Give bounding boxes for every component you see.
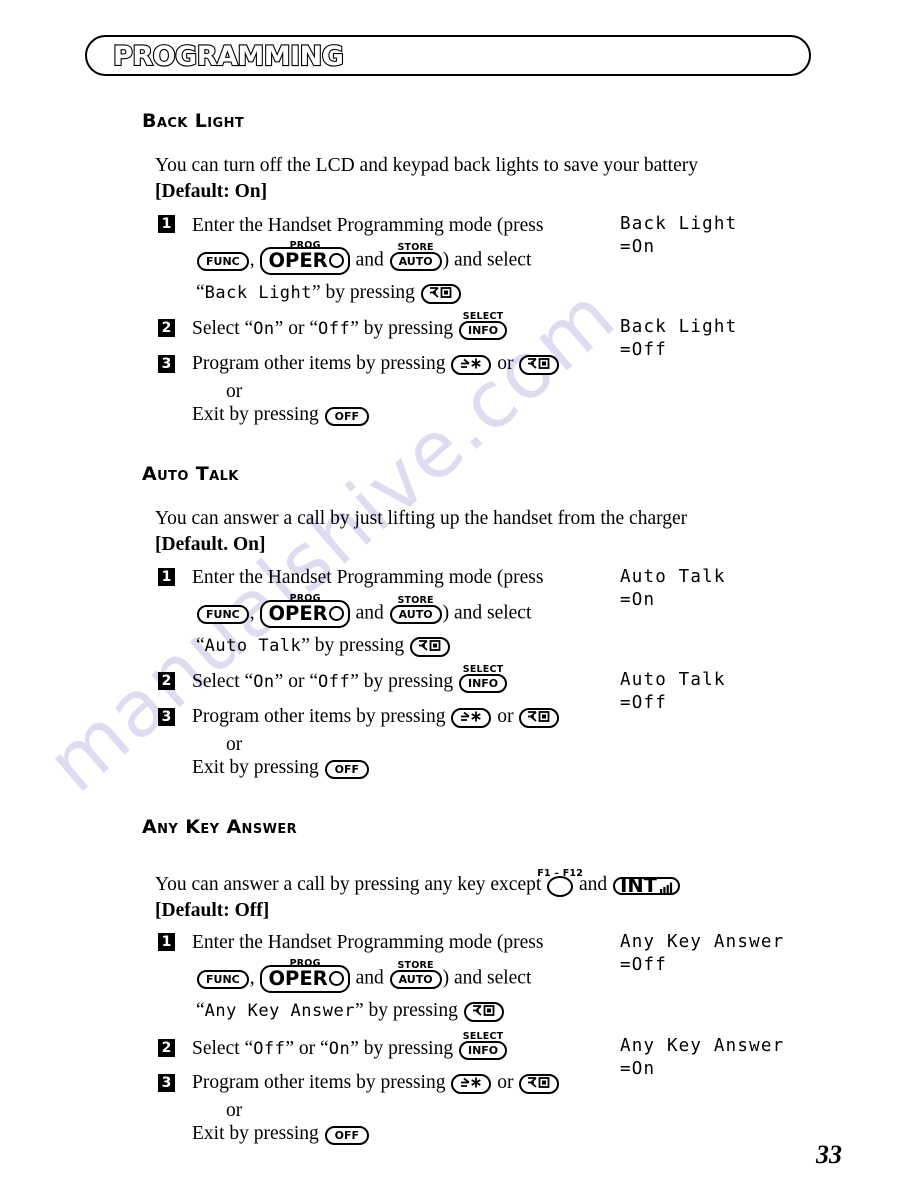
auto-talk-step1-line2: FUNC, PROG OPER and STORE AUTO ) and sel…	[196, 593, 531, 628]
step-number-marker: 3	[158, 1074, 175, 1092]
back-light-step3-line1: Program other items by pressing or	[192, 352, 560, 377]
up-arrow-star-key[interactable]	[451, 706, 492, 730]
down-arrow-box-key[interactable]	[463, 1000, 504, 1024]
back-light-step2-line1: Select “On” or “Off” by pressing SELECT …	[192, 311, 508, 342]
back-light-step1-line2: FUNC, PROG OPER and STORE AUTO ) and sel…	[196, 240, 531, 275]
page-header-banner: PROGRAMMING	[85, 35, 811, 76]
lcd-display-back-light-on: Back Light =On	[620, 214, 738, 257]
back-light-step3-or: or	[226, 381, 243, 402]
info-select-key[interactable]: SELECT INFO	[458, 664, 508, 695]
oper-circle-icon	[328, 606, 344, 621]
auto-talk-step3-line1: Program other items by pressing or	[192, 705, 560, 730]
lcd-display-any-key-answer-on: Any Key Answer =On	[620, 1036, 785, 1079]
up-arrow-star-key[interactable]	[451, 1072, 492, 1096]
oper-prog-key[interactable]: PROG OPER	[260, 593, 350, 628]
func-key[interactable]: FUNC	[197, 249, 249, 273]
any-key-answer-step3-or: or	[226, 1100, 243, 1121]
back-light-step3-exit: Exit by pressing OFF	[192, 403, 370, 428]
up-arrow-star-key[interactable]	[451, 353, 492, 377]
auto-store-key[interactable]: STORE AUTO	[389, 595, 442, 626]
page-header-title: PROGRAMMING	[112, 40, 345, 73]
page-number: 33	[816, 1140, 842, 1169]
step-number-marker: 1	[158, 215, 175, 233]
auto-talk-step3-or: or	[226, 734, 243, 755]
step-number-marker: 2	[158, 1039, 175, 1057]
auto-talk-intro-line2: [Default. On]	[155, 534, 266, 555]
back-light-step1-line1: Enter the Handset Programming mode (pres…	[192, 215, 544, 236]
off-key[interactable]: OFF	[324, 1123, 370, 1147]
section-heading-auto-talk: Auto Talk	[142, 463, 239, 485]
int-signal-key[interactable]: INT	[613, 873, 680, 899]
section-heading-back-light: Back Light	[142, 110, 245, 132]
oper-circle-icon	[328, 971, 344, 986]
any-key-answer-step3-exit: Exit by pressing OFF	[192, 1122, 370, 1147]
auto-talk-step2-line1: Select “On” or “Off” by pressing SELECT …	[192, 664, 508, 695]
auto-talk-step3-exit: Exit by pressing OFF	[192, 756, 370, 781]
any-key-answer-intro-line1: You can answer a call by pressing any ke…	[155, 868, 681, 899]
oper-prog-key[interactable]: PROG OPER	[260, 240, 350, 275]
oper-prog-key[interactable]: PROG OPER	[260, 958, 350, 993]
off-key[interactable]: OFF	[324, 404, 370, 428]
auto-store-key[interactable]: STORE AUTO	[389, 960, 442, 991]
document-page: PROGRAMMING Back Light You can turn off …	[0, 0, 918, 1188]
info-select-key[interactable]: SELECT INFO	[458, 1031, 508, 1062]
func-key[interactable]: FUNC	[197, 967, 249, 991]
auto-talk-step1-line1: Enter the Handset Programming mode (pres…	[192, 567, 544, 588]
down-arrow-box-key[interactable]	[410, 635, 451, 659]
info-select-key[interactable]: SELECT INFO	[458, 311, 508, 342]
any-key-answer-intro-line2: [Default: Off]	[155, 900, 270, 921]
off-key[interactable]: OFF	[324, 757, 370, 781]
oper-circle-icon	[328, 253, 344, 268]
auto-talk-step1-line3: “Auto Talk” by pressing	[196, 634, 451, 659]
f1-f12-sublabel: F1 – F12	[537, 867, 584, 879]
any-key-answer-step1-line3: “Any Key Answer” by pressing	[196, 999, 505, 1024]
back-light-step1-line3: “Back Light” by pressing	[196, 281, 462, 306]
section-heading-any-key-answer: Any Key Answer	[142, 816, 298, 838]
down-arrow-box-key[interactable]	[519, 1072, 560, 1096]
any-key-answer-step1-line2: FUNC, PROG OPER and STORE AUTO ) and sel…	[196, 958, 531, 993]
f1-f12-oval-key[interactable]: F1 – F12	[537, 868, 583, 899]
step-number-marker: 2	[158, 319, 175, 337]
down-arrow-box-key[interactable]	[519, 706, 560, 730]
step-number-marker: 3	[158, 708, 175, 726]
any-key-answer-step3-line1: Program other items by pressing or	[192, 1071, 560, 1096]
auto-talk-intro-line1: You can answer a call by just lifting up…	[155, 508, 688, 529]
lcd-display-auto-talk-on: Auto Talk =On	[620, 567, 726, 610]
down-arrow-box-key[interactable]	[420, 282, 461, 306]
step-number-marker: 1	[158, 933, 175, 951]
back-light-intro-line1: You can turn off the LCD and keypad back…	[155, 155, 699, 176]
step-number-marker: 1	[158, 568, 175, 586]
lcd-display-any-key-answer-off: Any Key Answer =Off	[620, 932, 785, 975]
any-key-answer-step2-line1: Select “Off” or “On” by pressing SELECT …	[192, 1031, 508, 1062]
step-number-marker: 2	[158, 672, 175, 690]
auto-store-key[interactable]: STORE AUTO	[389, 242, 442, 273]
any-key-answer-step1-line1: Enter the Handset Programming mode (pres…	[192, 932, 544, 953]
down-arrow-box-key[interactable]	[519, 353, 560, 377]
lcd-display-auto-talk-off: Auto Talk =Off	[620, 670, 726, 713]
signal-bars-icon	[659, 880, 673, 894]
lcd-display-back-light-off: Back Light =Off	[620, 317, 738, 360]
step-number-marker: 3	[158, 355, 175, 373]
func-key[interactable]: FUNC	[197, 602, 249, 626]
back-light-intro-line2: [Default: On]	[155, 181, 268, 202]
